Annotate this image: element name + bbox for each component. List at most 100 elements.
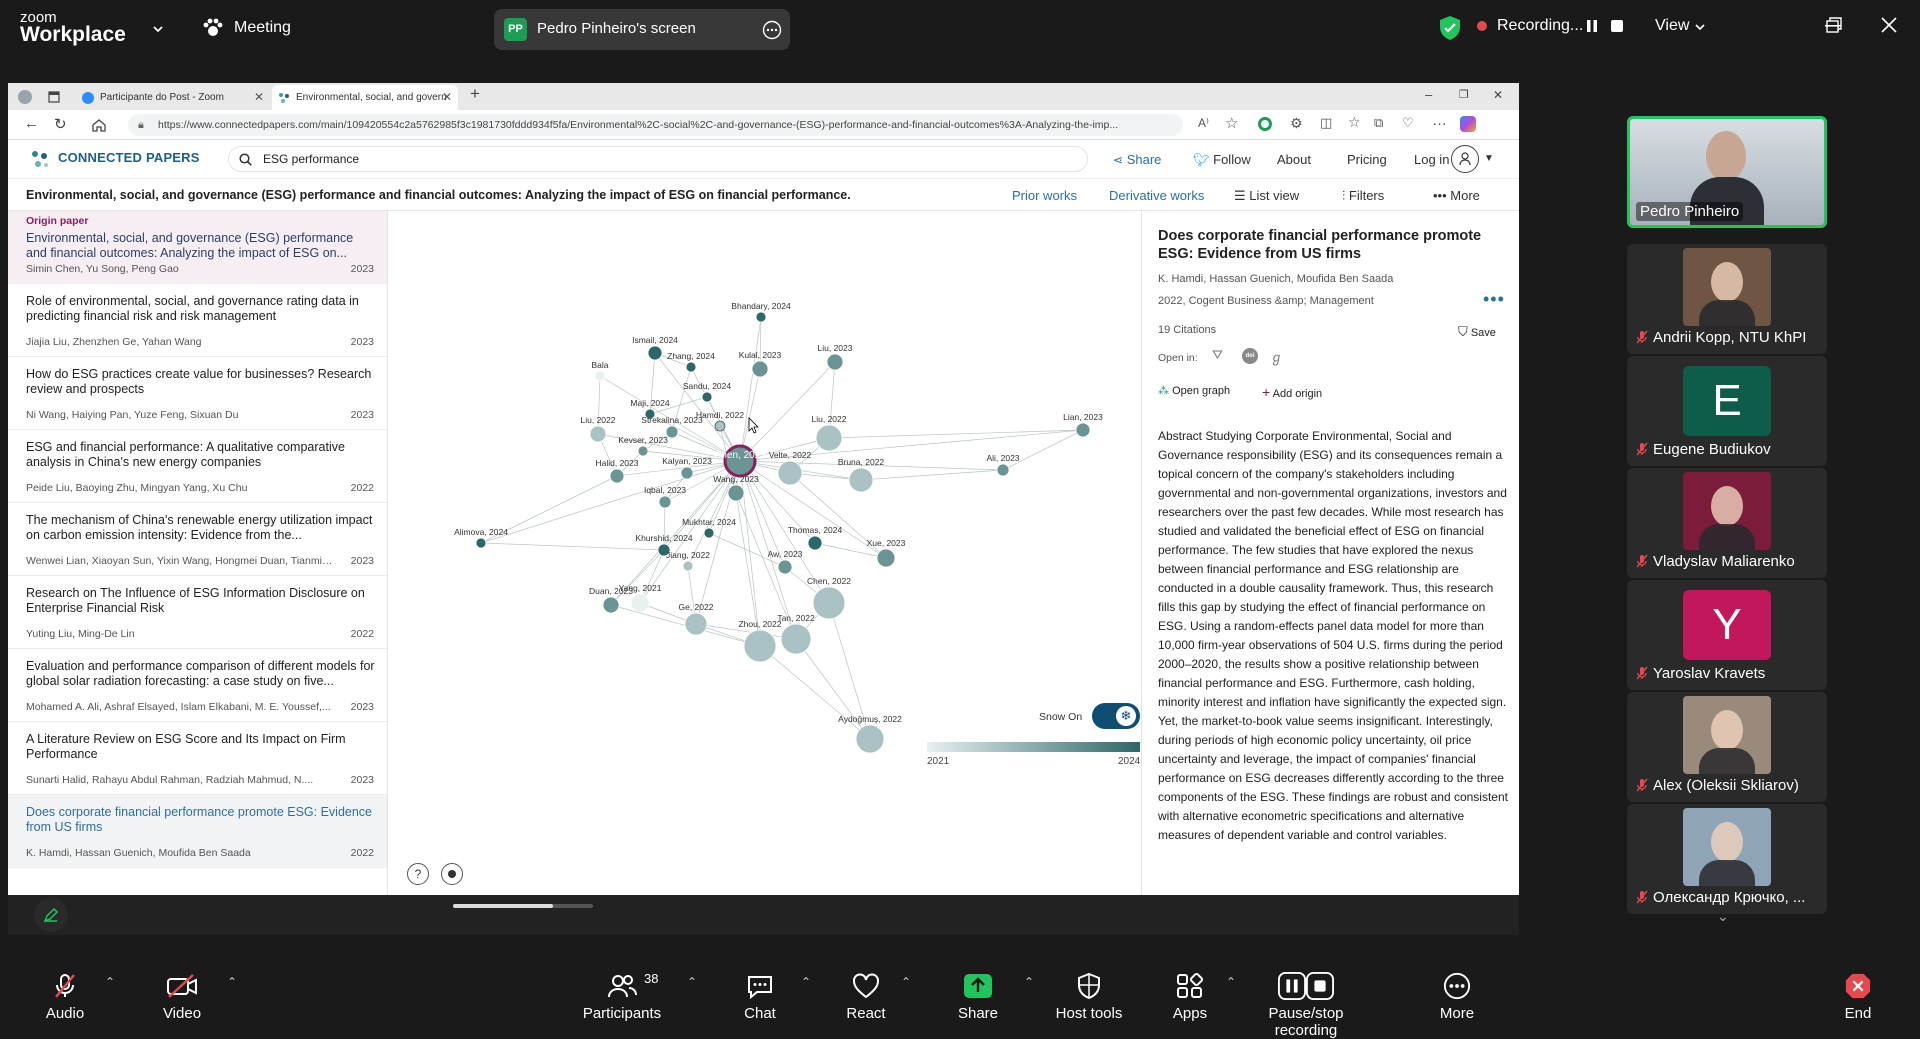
tab-close-icon[interactable]: ✕: [442, 85, 452, 110]
video-toolbar-button[interactable]: Video: [122, 972, 242, 1022]
gallery-scroll-down-icon[interactable]: ⌄: [1717, 908, 1729, 925]
new-tab-icon[interactable]: +: [470, 84, 480, 104]
toolbar-caret-icon[interactable]: ⌃: [801, 975, 811, 989]
favorites-icon[interactable]: ☆: [1348, 114, 1361, 131]
url-field[interactable]: 🔒︎ https://www.connectedpapers.com/main/…: [128, 114, 1183, 136]
paper-list-item[interactable]: Research on The Influence of ESG Informa…: [8, 576, 387, 649]
graph-node[interactable]: [876, 548, 896, 568]
graph-node[interactable]: [1075, 422, 1091, 438]
participant-tile[interactable]: Y Yaroslav Kravets: [1627, 580, 1827, 690]
account-avatar-icon[interactable]: [1451, 145, 1479, 173]
search-input[interactable]: ESG performance: [228, 146, 1088, 172]
citation-graph[interactable]: Bhandary, 2024 Ismail, 2024 Zhang, 2024 Kul…: [389, 211, 1141, 895]
graph-node[interactable]: [647, 345, 663, 361]
details-authors[interactable]: K. Hamdi, Hassan Guenich, Moufida Ben Sa…: [1158, 273, 1393, 285]
read-aloud-icon[interactable]: A⁾: [1198, 116, 1209, 130]
security-shield-icon[interactable]: [1438, 15, 1462, 41]
pricing-nav[interactable]: Pricing: [1347, 152, 1387, 167]
graph-node[interactable]: [475, 537, 487, 549]
graph-node[interactable]: [602, 596, 620, 614]
meeting-button[interactable]: Meeting: [202, 18, 291, 38]
tab-actions-icon[interactable]: [48, 91, 60, 103]
google-scholar-icon[interactable]: ℊ: [1270, 347, 1283, 366]
shared-screen-pill[interactable]: PP Pedro Pinheiro's screen: [494, 9, 790, 50]
participant-tile[interactable]: Alex (Oleksii Skliarov): [1627, 692, 1827, 802]
browser-close-icon[interactable]: ✕: [1493, 88, 1503, 102]
paper-list-item[interactable]: How do ESG practices create value for bu…: [8, 357, 387, 430]
annotate-pen-button[interactable]: [34, 898, 68, 932]
paper-list-item[interactable]: Role of environmental, social, and gover…: [8, 284, 387, 357]
add-origin-button[interactable]: + Add origin: [1262, 384, 1322, 400]
help-icon[interactable]: ?: [407, 863, 429, 885]
share-nav[interactable]: ⋖ Share: [1113, 152, 1161, 167]
end-toolbar-button[interactable]: End: [1798, 972, 1918, 1022]
graph-node[interactable]: [727, 484, 745, 502]
graph-node[interactable]: [807, 535, 823, 551]
paper-list-item[interactable]: A Literature Review on ESG Score and Its…: [8, 722, 387, 795]
origin-paper-item[interactable]: Origin paper Environmental, social, and g…: [8, 211, 387, 284]
graph-node[interactable]: [714, 420, 726, 432]
view-button[interactable]: View: [1655, 17, 1689, 35]
graph-node[interactable]: [609, 468, 625, 484]
stop-recording-icon[interactable]: [1609, 18, 1625, 34]
paper-list-item[interactable]: Evaluation and performance comparison of…: [8, 649, 387, 722]
graph-node[interactable]: [703, 527, 715, 539]
home-icon[interactable]: [92, 118, 106, 132]
browser-minimize-icon[interactable]: –: [1425, 87, 1432, 102]
toolbar-caret-icon[interactable]: ⌃: [901, 975, 911, 989]
login-nav[interactable]: Log in: [1414, 152, 1449, 167]
restore-icon[interactable]: [1826, 17, 1842, 33]
recenter-icon[interactable]: [441, 863, 463, 885]
graph-node[interactable]: [751, 360, 769, 378]
underlying-scroll-thumb[interactable]: [453, 904, 553, 908]
graph-node[interactable]: [701, 391, 713, 403]
toolbar-caret-icon[interactable]: ⌃: [1024, 975, 1034, 989]
graph-nodes[interactable]: Bhandary, 2024 Ismail, 2024 Zhang, 2024 Kul…: [454, 301, 1103, 754]
semantic-scholar-icon[interactable]: ⛛: [1212, 347, 1228, 363]
favorite-star-icon[interactable]: ☆: [1225, 114, 1238, 132]
account-dropdown-icon[interactable]: ▼: [1484, 153, 1494, 164]
graph-node[interactable]: [680, 466, 694, 480]
profile-icon[interactable]: [18, 90, 32, 104]
graph-node[interactable]: [848, 467, 874, 493]
participant-tile[interactable]: Олександр Крючко, ...: [1627, 804, 1827, 914]
tab-close-icon[interactable]: ✕: [254, 85, 264, 110]
graph-node[interactable]: [743, 629, 777, 663]
back-icon[interactable]: ←: [24, 115, 39, 132]
more-options-icon[interactable]: [762, 20, 782, 40]
list-view-button[interactable]: ☰ List view: [1234, 188, 1299, 204]
graph-node[interactable]: [777, 559, 793, 575]
derivative-works-button[interactable]: Derivative works: [1109, 188, 1204, 203]
split-screen-icon[interactable]: ◫: [1320, 115, 1332, 131]
graph-node[interactable]: [589, 425, 607, 443]
graph-node[interactable]: [996, 463, 1010, 477]
participant-tile[interactable]: Andrii Kopp, NTU KhPI: [1627, 244, 1827, 354]
refresh-icon[interactable]: ↻: [54, 115, 67, 133]
participant-tile[interactable]: Vladyslav Maliarenko: [1627, 468, 1827, 578]
toolbar-caret-icon[interactable]: ⌃: [227, 975, 237, 989]
more-button[interactable]: ••• More: [1433, 188, 1480, 203]
graph-node[interactable]: [815, 424, 843, 452]
settings-more-icon[interactable]: …: [1432, 112, 1447, 129]
more-toolbar-button[interactable]: More: [1397, 972, 1517, 1022]
browser-restore-icon[interactable]: ❐: [1459, 88, 1469, 101]
tab-zoom[interactable]: Participante do Post - Zoom ✕: [76, 85, 270, 110]
extension-grammar-icon[interactable]: [1258, 117, 1272, 131]
participants-toolbar-button[interactable]: 38 Participants: [562, 971, 682, 1022]
cp-logo-text[interactable]: CONNECTED PAPERS: [58, 150, 200, 165]
doi-icon[interactable]: doi: [1242, 348, 1258, 364]
graph-node[interactable]: [594, 370, 606, 382]
collections-icon[interactable]: ⧉: [1374, 115, 1383, 131]
pause-recording-icon[interactable]: [1584, 18, 1600, 34]
details-more-icon[interactable]: •••: [1483, 289, 1505, 310]
graph-node[interactable]: [755, 311, 767, 323]
tab-connected-papers[interactable]: Environmental, social, and govern ✕: [272, 85, 458, 110]
prior-works-button[interactable]: Prior works: [1012, 188, 1077, 203]
graph-node[interactable]: [637, 445, 649, 457]
graph-node[interactable]: [826, 353, 844, 371]
share-toolbar-button[interactable]: Share: [918, 972, 1038, 1022]
performance-icon[interactable]: ♡: [1402, 115, 1414, 131]
snow-toggle[interactable]: ❄: [1092, 703, 1140, 729]
extensions-icon[interactable]: ⚙: [1290, 115, 1303, 132]
follow-nav[interactable]: 🐦︎ Follow: [1193, 152, 1251, 168]
